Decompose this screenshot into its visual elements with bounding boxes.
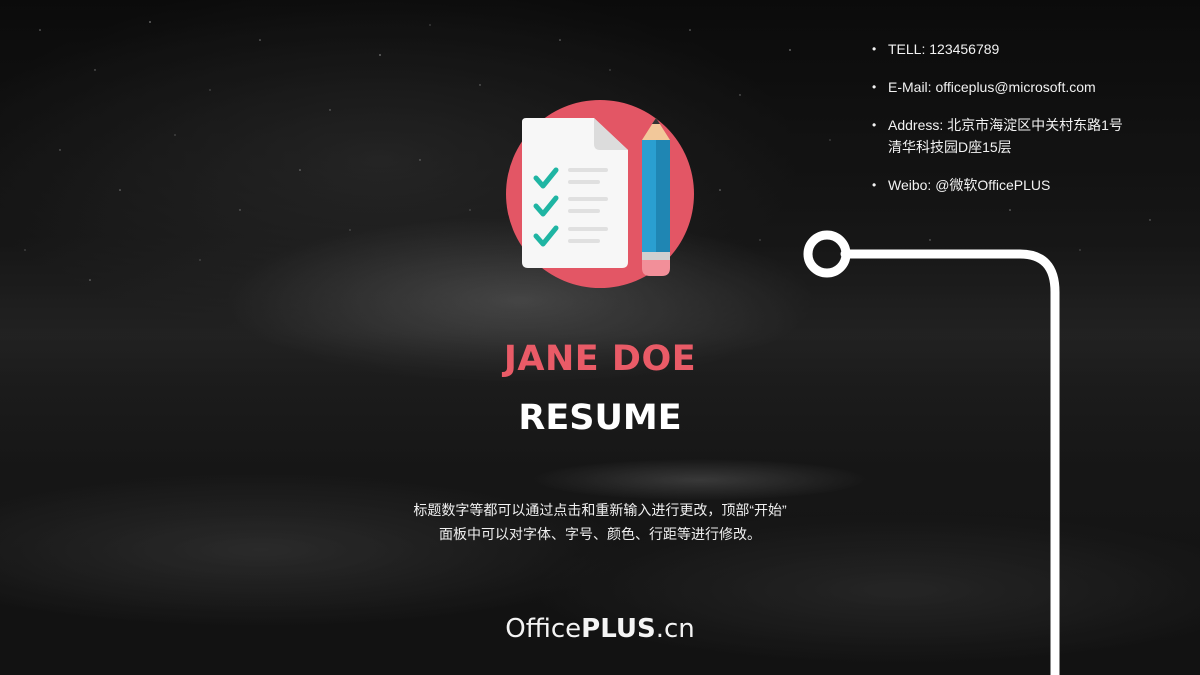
candidate-name: JANE DOE [503, 339, 697, 379]
brand-prefix: Office [505, 614, 582, 644]
contact-weibo: Weibo: @微软OfficePLUS [868, 174, 1168, 196]
instruction-line2: 面板中可以对字体、字号、颜色、行距等进行修改。 [439, 526, 761, 542]
instruction-line1: 标题数字等都可以通过点击和重新输入进行更改，顶部“开始” [413, 502, 787, 518]
contact-phone: TELL: 123456789 [868, 38, 1168, 60]
contact-address-line1: Address: 北京市海淀区中关村东路1号 [888, 117, 1123, 133]
instruction-text: 标题数字等都可以通过点击和重新输入进行更改，顶部“开始” 面板中可以对字体、字号… [340, 498, 860, 546]
brand-suffix: .cn [655, 614, 695, 644]
pencil-icon [642, 118, 670, 276]
contact-address: Address: 北京市海淀区中关村东路1号 清华科技园D座15层 [868, 114, 1168, 158]
document-title: RESUME [518, 398, 682, 438]
contact-list: TELL: 123456789 E-Mail: officeplus@micro… [868, 38, 1168, 212]
resume-cover-slide: TELL: 123456789 E-Mail: officeplus@micro… [0, 0, 1200, 675]
brand-bold: PLUS [581, 614, 656, 644]
contact-email: E-Mail: officeplus@microsoft.com [868, 76, 1168, 98]
officeplus-logo: OfficePLUS.cn [0, 614, 1200, 644]
resume-checklist-icon [506, 100, 694, 288]
contact-address-line2: 清华科技园D座15层 [888, 139, 1012, 155]
